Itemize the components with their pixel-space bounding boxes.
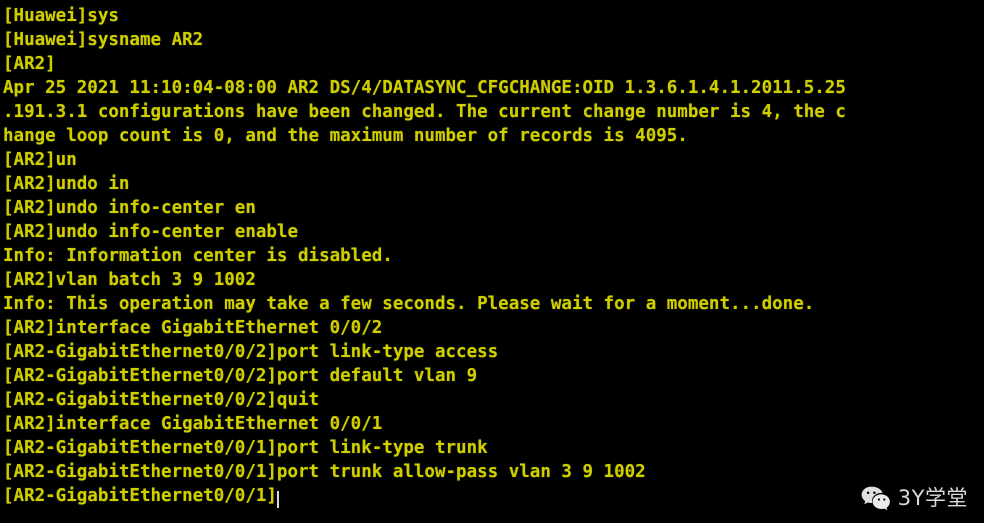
terminal-line: [AR2]undo in	[3, 174, 130, 194]
terminal-line: [AR2-GigabitEthernet0/0/2]quit	[3, 390, 320, 410]
terminal-line: Apr 25 2021 11:10:04-08:00 AR2 DS/4/DATA…	[3, 78, 846, 98]
terminal-line: Info: This operation may take a few seco…	[3, 294, 815, 314]
terminal-line: [AR2-GigabitEthernet0/0/2]port link-type…	[3, 342, 499, 362]
terminal-screen[interactable]: [Huawei]sys [Huawei]sysname AR2 [AR2] Apr 2…	[0, 0, 984, 523]
terminal-line: [AR2]interface GigabitEthernet 0/0/1	[3, 414, 383, 434]
terminal-line: [AR2-GigabitEthernet0/0/2]port default v…	[3, 366, 478, 386]
terminal-line: [Huawei]sysname AR2	[3, 30, 204, 50]
terminal-line: [AR2]undo info-center enable	[3, 222, 299, 242]
terminal-line: [AR2]un	[3, 150, 77, 170]
terminal-line: [AR2-GigabitEthernet0/0/1]port trunk all…	[3, 462, 646, 482]
terminal-line: Info: Information center is disabled.	[3, 246, 393, 266]
terminal-output: [Huawei]sys [Huawei]sysname AR2 [AR2] Apr 2…	[3, 4, 984, 508]
terminal-line: [AR2]undo info-center en	[3, 198, 256, 218]
terminal-line: .191.3.1 configurations have been change…	[3, 102, 846, 122]
terminal-line: [AR2]vlan batch 3 9 1002	[3, 270, 256, 290]
terminal-line: hange loop count is 0, and the maximum n…	[3, 126, 688, 146]
terminal-line: [AR2-GigabitEthernet0/0/1]port link-type…	[3, 438, 488, 458]
terminal-line: [AR2]	[3, 54, 56, 74]
terminal-line: [AR2]interface GigabitEthernet 0/0/2	[3, 318, 383, 338]
terminal-line: [Huawei]sys	[3, 6, 119, 26]
terminal-prompt-line: [AR2-GigabitEthernet0/0/1]	[3, 484, 984, 508]
